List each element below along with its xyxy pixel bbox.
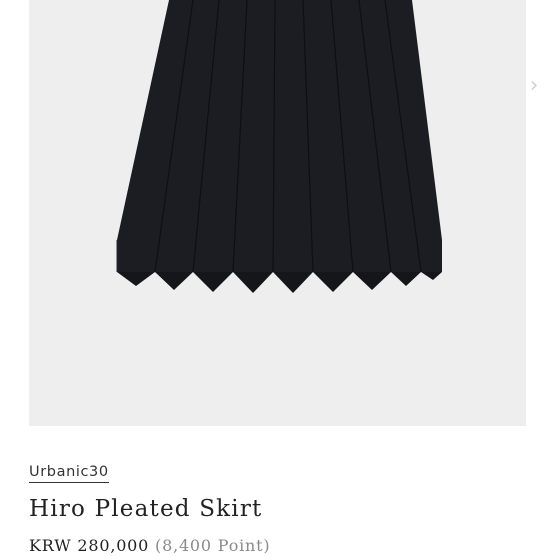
- product-image-gallery[interactable]: ›: [29, 0, 538, 426]
- product-price: KRW 280,000: [29, 536, 150, 555]
- brand-link[interactable]: Urbanic30: [29, 463, 109, 483]
- product-photo: [116, 0, 442, 293]
- product-title: Hiro Pleated Skirt: [29, 496, 263, 522]
- reward-points: (8,400 Point): [155, 536, 271, 555]
- price-line: KRW 280,000 (8,400 Point): [29, 535, 270, 557]
- next-image-chevron-icon[interactable]: ›: [519, 70, 549, 100]
